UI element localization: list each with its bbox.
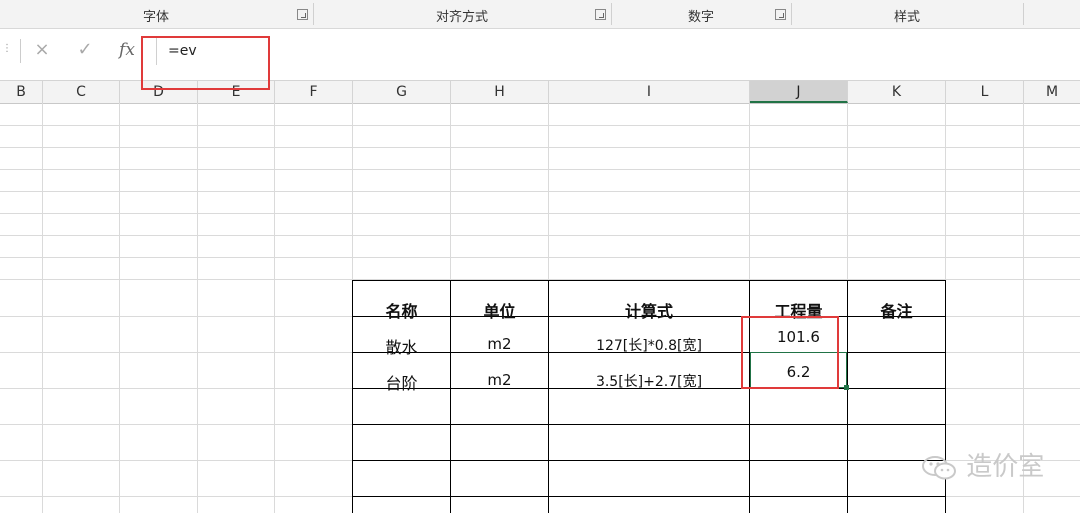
column-header-c[interactable]: C <box>43 81 120 103</box>
column-header-l[interactable]: L <box>946 81 1024 103</box>
grid-line <box>42 103 43 513</box>
grid-line <box>119 103 120 513</box>
grid-line <box>0 147 1080 148</box>
table-cell-unit[interactable]: m2 <box>451 335 548 353</box>
column-header-i[interactable]: I <box>549 81 750 103</box>
column-header-h[interactable]: H <box>451 81 549 103</box>
column-header-m[interactable]: M <box>1024 81 1080 103</box>
ribbon-group-label: 样式 <box>893 10 920 25</box>
wechat-icon <box>920 454 958 482</box>
ribbon: 字体 对齐方式 数字 样式 <box>0 0 1080 29</box>
table-border <box>352 424 946 425</box>
formula-input[interactable]: =ev <box>156 37 1080 65</box>
table-header-unit[interactable]: 单位 <box>451 298 548 322</box>
ribbon-group-label: 对齐方式 <box>435 10 488 25</box>
formula-highlight-box <box>141 36 270 90</box>
table-border <box>352 496 946 497</box>
quantity-highlight-box <box>741 316 839 389</box>
grid-line <box>0 125 1080 126</box>
dialog-launcher-icon[interactable] <box>297 9 308 20</box>
table-cell-formula[interactable]: 127[长]*0.8[宽] <box>549 335 749 355</box>
table-cell-name[interactable]: 散水 <box>353 334 450 358</box>
grid-line <box>0 169 1080 170</box>
grid-line <box>274 103 275 513</box>
watermark-text: 造价室 <box>966 452 1045 482</box>
grip-icon[interactable]: ⋮ <box>2 43 12 54</box>
watermark: 造价室 <box>920 446 1044 483</box>
dialog-launcher-icon[interactable] <box>595 9 606 20</box>
table-border <box>352 280 946 281</box>
ribbon-separator <box>1023 3 1024 25</box>
dialog-launcher-icon[interactable] <box>775 9 786 20</box>
table-header-formula[interactable]: 计算式 <box>549 298 749 322</box>
ribbon-group-label: 字体 <box>142 10 169 25</box>
table-header-name[interactable]: 名称 <box>353 298 450 322</box>
column-header-k[interactable]: K <box>848 81 946 103</box>
grid-line <box>0 235 1080 236</box>
table-header-remarks[interactable]: 备注 <box>848 298 945 322</box>
grid-line <box>0 257 1080 258</box>
column-header-b[interactable]: B <box>0 81 43 103</box>
grid-line <box>197 103 198 513</box>
insert-function-icon[interactable]: fx <box>112 37 142 63</box>
grid-line <box>0 213 1080 214</box>
table-border <box>352 460 946 461</box>
ribbon-group-number: 数字 <box>612 0 790 28</box>
ribbon-group-label: 数字 <box>687 10 714 25</box>
column-header-j[interactable]: J <box>750 81 848 103</box>
ribbon-group-styles: 样式 <box>792 0 1022 28</box>
ribbon-group-font: 字体 <box>0 0 312 28</box>
enter-icon[interactable]: ✓ <box>70 37 100 63</box>
table-cell-formula[interactable]: 3.5[长]+2.7[宽] <box>549 371 749 391</box>
column-header-f[interactable]: F <box>275 81 353 103</box>
grid-line <box>0 191 1080 192</box>
fill-handle[interactable] <box>844 385 849 390</box>
table-cell-name[interactable]: 台阶 <box>353 370 450 394</box>
cancel-icon[interactable]: × <box>27 37 57 63</box>
formula-bar-separator <box>20 39 21 63</box>
column-header-g[interactable]: G <box>353 81 451 103</box>
ribbon-group-alignment: 对齐方式 <box>314 0 610 28</box>
table-cell-unit[interactable]: m2 <box>451 371 548 389</box>
